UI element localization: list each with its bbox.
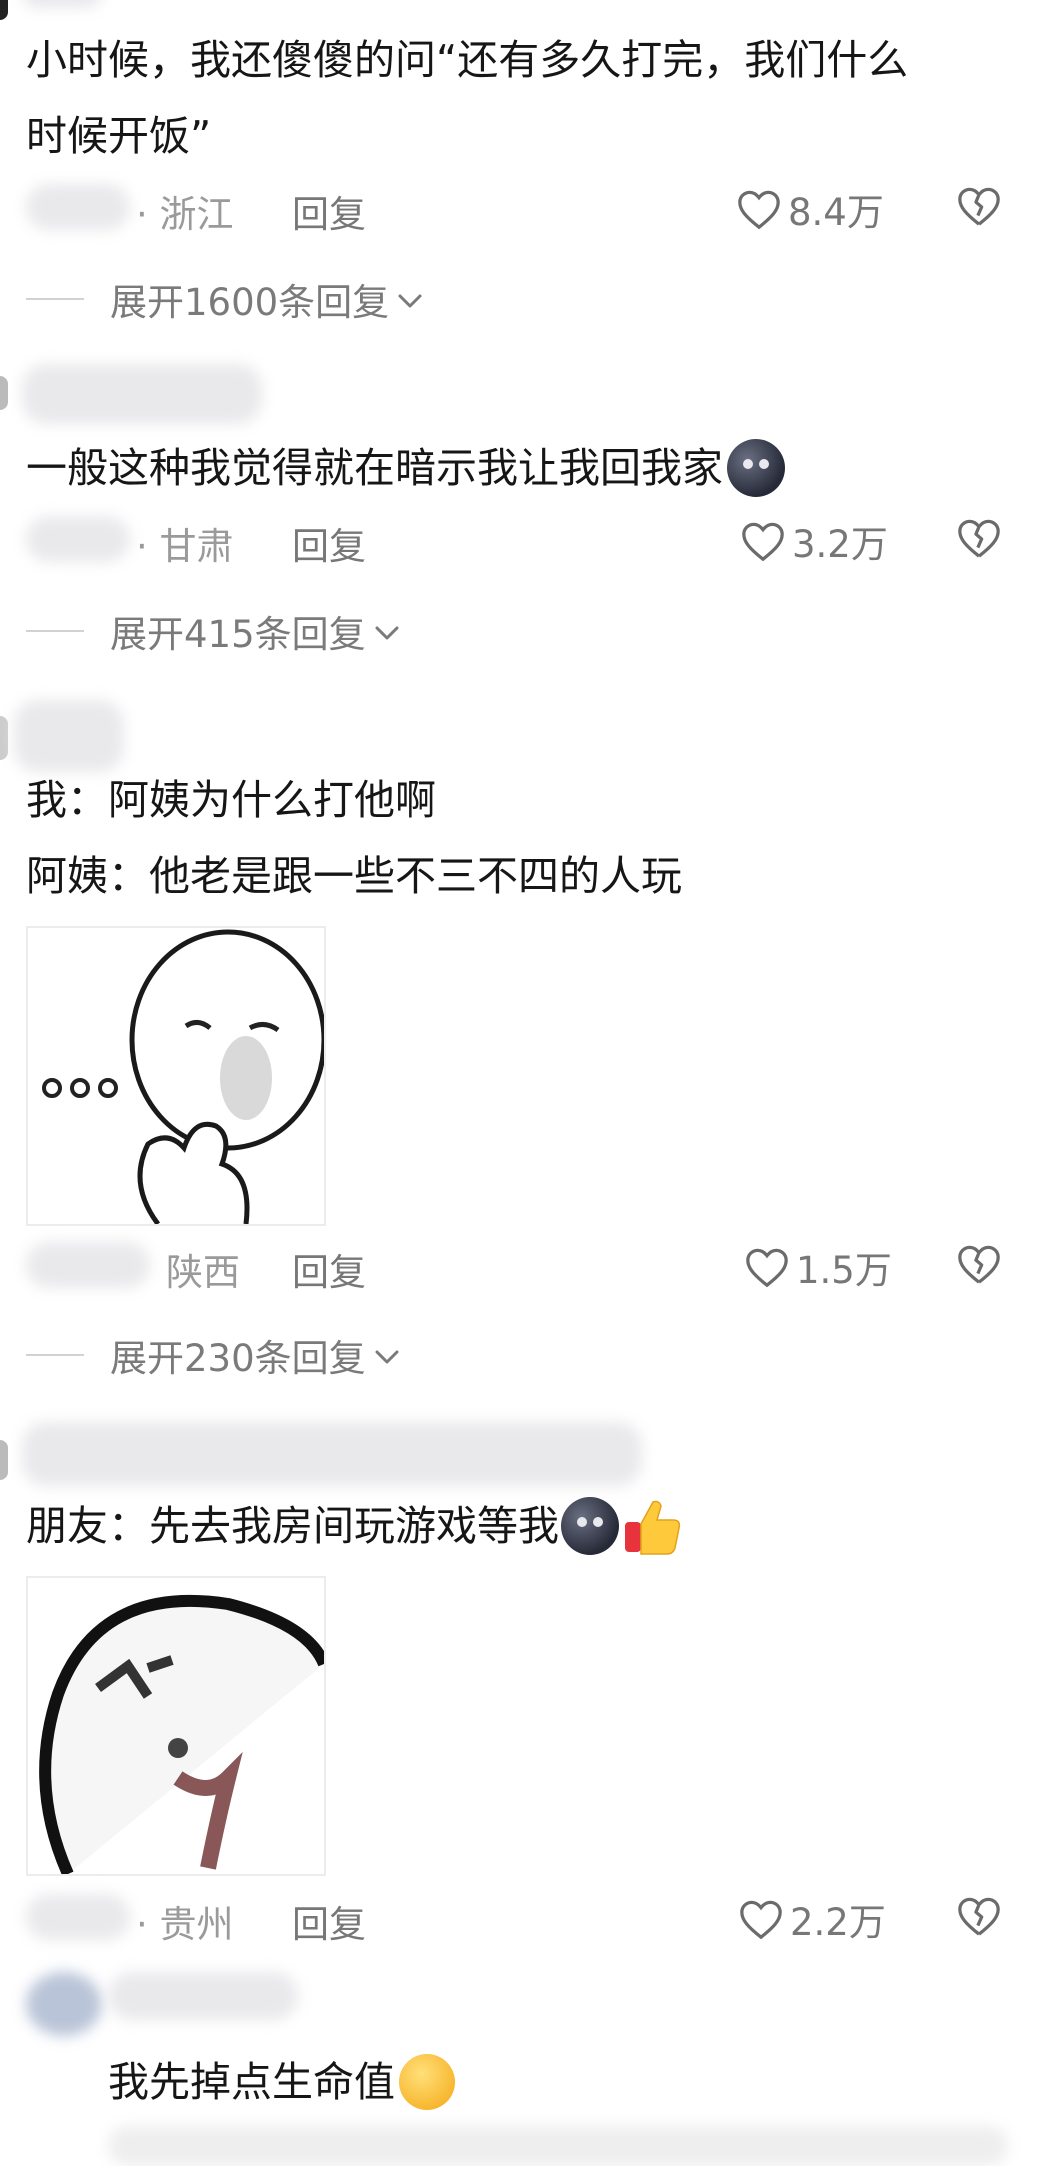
like-button[interactable]: 2.2万 xyxy=(738,1892,886,1946)
divider-line xyxy=(26,298,84,300)
reply-button[interactable]: 回复 xyxy=(292,516,366,570)
like-count: 3.2万 xyxy=(792,523,888,566)
like-button[interactable]: 1.5万 xyxy=(744,1240,892,1294)
like-count: 8.4万 xyxy=(788,191,884,234)
reply-button[interactable]: 回复 xyxy=(292,184,366,238)
pleading-face-icon xyxy=(399,2054,455,2110)
timestamp-blurred xyxy=(26,1242,150,1288)
meta-row-cutoff xyxy=(108,2126,1008,2166)
broken-heart-icon xyxy=(956,1894,1002,1938)
timestamp-blurred xyxy=(26,1894,130,1940)
new-moon-face-icon xyxy=(727,439,785,497)
chevron-down-icon xyxy=(395,278,425,321)
meme-sticker-image[interactable] xyxy=(26,1576,326,1876)
heart-icon xyxy=(740,519,786,563)
comment-text: 一般这种我觉得就在暗示我让我回我家 xyxy=(26,444,723,492)
comment-body: 我先掉点生命值 xyxy=(108,2044,455,2120)
heart-icon xyxy=(736,187,782,231)
comment-text: 我：阿姨为什么打他啊 xyxy=(26,776,436,824)
chevron-down-icon xyxy=(372,1334,402,1377)
chevron-down-icon xyxy=(372,610,402,653)
comment-text: 阿姨：他老是跟一些不三不四的人玩 xyxy=(26,852,682,900)
comment-text: 朋友：先去我房间玩游戏等我 xyxy=(26,1502,559,1550)
expand-replies[interactable]: 展开415条回复 xyxy=(26,604,402,658)
like-button[interactable]: 3.2万 xyxy=(740,514,888,568)
new-moon-face-icon xyxy=(561,1497,619,1555)
timestamp-blurred xyxy=(26,184,130,230)
like-count: 2.2万 xyxy=(790,1901,886,1944)
region-label: 陕西 xyxy=(166,1251,240,1294)
heart-icon xyxy=(738,1897,784,1941)
expand-replies[interactable]: 展开230条回复 xyxy=(26,1328,402,1382)
username-blurred xyxy=(22,0,102,8)
comment-body: 一般这种我觉得就在暗示我让我回我家 xyxy=(26,430,785,506)
like-count: 1.5万 xyxy=(796,1249,892,1292)
region-label: · 甘肃 xyxy=(136,525,234,568)
username-blurred xyxy=(22,1422,642,1486)
expand-label: 展开415条回复 xyxy=(110,613,366,656)
comment-text: 时候开饭” xyxy=(26,112,212,160)
thumbs-up-icon xyxy=(623,1496,683,1556)
meme-sticker-image[interactable] xyxy=(26,926,326,1226)
comment-text: 我先掉点生命值 xyxy=(108,2058,395,2106)
expand-label: 展开1600条回复 xyxy=(110,281,390,324)
avatar[interactable] xyxy=(0,0,8,20)
avatar[interactable] xyxy=(0,376,8,410)
avatar[interactable] xyxy=(0,1440,8,1480)
broken-heart-icon xyxy=(956,184,1002,228)
reply-button[interactable]: 回复 xyxy=(292,1894,366,1948)
like-button[interactable]: 8.4万 xyxy=(736,182,884,236)
expand-label: 展开230条回复 xyxy=(110,1337,366,1380)
username-blurred xyxy=(108,1972,298,2020)
reply-button[interactable]: 回复 xyxy=(292,1242,366,1296)
dislike-button[interactable] xyxy=(956,1242,1002,1286)
expand-replies[interactable]: 展开1600条回复 xyxy=(26,272,425,326)
username-blurred xyxy=(22,364,262,424)
region-label: · 浙江 xyxy=(136,193,234,236)
dislike-button[interactable] xyxy=(956,516,1002,560)
dislike-button[interactable] xyxy=(956,184,1002,228)
avatar[interactable] xyxy=(0,716,8,760)
timestamp-blurred xyxy=(26,516,130,562)
heart-icon xyxy=(744,1245,790,1289)
divider-line xyxy=(26,1354,84,1356)
broken-heart-icon xyxy=(956,1242,1002,1286)
comment-body: 朋友：先去我房间玩游戏等我 xyxy=(26,1488,683,1564)
region-label: · 贵州 xyxy=(136,1903,234,1946)
dislike-button[interactable] xyxy=(956,1894,1002,1938)
broken-heart-icon xyxy=(956,516,1002,560)
avatar[interactable] xyxy=(26,1972,102,2036)
divider-line xyxy=(26,630,84,632)
comment-text: 小时候，我还傻傻的问“还有多久打完，我们什么 xyxy=(26,36,909,84)
